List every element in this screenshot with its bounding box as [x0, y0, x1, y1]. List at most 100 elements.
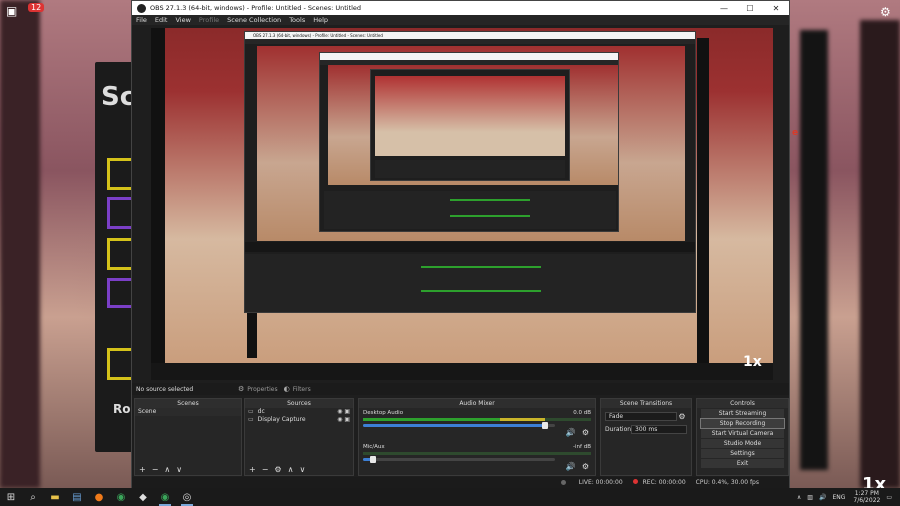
- settings-icon[interactable]: ⚙: [880, 5, 891, 19]
- chrome-icon[interactable]: ◉: [110, 488, 132, 506]
- remove-scene-button[interactable]: −: [152, 465, 159, 474]
- menu-help[interactable]: Help: [313, 16, 328, 24]
- start-streaming-button[interactable]: Start Streaming: [701, 409, 784, 418]
- mixer-track-mic: Mic/Aux -inf dB 🔊 ⚙: [359, 442, 595, 476]
- title-bar[interactable]: OBS 27.1.3 (64-bit, windows) - Profile: …: [132, 1, 789, 15]
- language-indicator[interactable]: ENG: [832, 494, 845, 501]
- source-name: dc: [257, 408, 265, 415]
- live-time: LIVE: 00:00:00: [578, 479, 623, 486]
- window-title: OBS 27.1.3 (64-bit, windows) - Profile: …: [150, 4, 362, 12]
- filters-button[interactable]: ◐ Filters: [284, 385, 311, 393]
- track-gear-icon[interactable]: ⚙: [582, 428, 589, 437]
- clock-time: 1:27 PM: [854, 490, 879, 497]
- speaker-icon[interactable]: 🔊: [566, 428, 576, 437]
- volume-slider[interactable]: [363, 422, 555, 429]
- roblox-icon[interactable]: ◆: [132, 488, 154, 506]
- menu-edit[interactable]: Edit: [155, 16, 168, 24]
- file-explorer-icon[interactable]: ▬: [44, 488, 66, 506]
- scene-down-button[interactable]: ∨: [176, 465, 182, 474]
- rec-status: REC: 00:00:00: [632, 479, 686, 486]
- meter-green: [363, 418, 500, 421]
- source-name: Display Capture: [257, 416, 306, 423]
- source-gear-icon[interactable]: ⚙: [274, 465, 281, 474]
- slider-knob[interactable]: [542, 422, 549, 429]
- notification-icon[interactable]: ▭: [886, 494, 892, 501]
- track-level: -inf dB: [573, 444, 591, 450]
- source-item[interactable]: ▭ Display Capture ◉ ▣: [245, 416, 353, 424]
- add-source-button[interactable]: +: [249, 465, 256, 474]
- filter-icon: ◐: [283, 385, 290, 393]
- track-gear-icon[interactable]: ⚙: [582, 462, 589, 471]
- nested-meter: [421, 290, 541, 292]
- studio-mode-button[interactable]: Studio Mode: [701, 439, 784, 448]
- add-scene-button[interactable]: +: [139, 465, 146, 474]
- menu-file[interactable]: File: [136, 16, 147, 24]
- nested-docks-3: [375, 160, 565, 178]
- properties-button[interactable]: ⚙ Properties: [238, 385, 278, 393]
- scene-up-button[interactable]: ∧: [164, 465, 170, 474]
- chevron-up-icon[interactable]: ∧: [797, 494, 801, 501]
- gear-icon: ⚙: [238, 385, 245, 393]
- slider-fill: [363, 424, 546, 427]
- nested-meter: [450, 215, 530, 217]
- eye-icon[interactable]: ◉ ▣: [337, 408, 350, 416]
- volume-icon[interactable]: 🔊: [819, 494, 826, 501]
- transition-select[interactable]: Fade: [605, 412, 677, 421]
- network-icon[interactable]: ▥: [807, 494, 813, 501]
- notification-badge[interactable]: 12: [28, 3, 45, 12]
- source-toolbar: No source selected ⚙ Properties ◐ Filters: [132, 383, 789, 395]
- nested-menu: [245, 39, 695, 44]
- speaker-icon[interactable]: 🔊: [566, 462, 576, 471]
- obs-taskbar-icon[interactable]: ◎: [176, 488, 198, 506]
- preview-canvas[interactable]: OBS 27.1.3 (64-bit, windows) - Profile: …: [151, 28, 773, 380]
- menu-view[interactable]: View: [175, 16, 190, 24]
- source-up-button[interactable]: ∧: [288, 465, 294, 474]
- menu-scene-collection[interactable]: Scene Collection: [227, 16, 281, 24]
- bg-game-panel: Sc Ro: [95, 62, 137, 452]
- monitor-icon: ▭: [248, 416, 254, 423]
- bg-shade-right: [860, 20, 900, 488]
- settings-button[interactable]: Settings: [701, 449, 784, 458]
- source-item[interactable]: ▭ dc ◉ ▣: [245, 408, 353, 416]
- mixer-track-desktop: Desktop Audio 0.0 dB 🔊 ⚙: [359, 408, 595, 442]
- search-icon[interactable]: ⌕: [22, 488, 44, 506]
- eye-icon[interactable]: ◉ ▣: [337, 416, 350, 424]
- rec-time: REC: 00:00:00: [642, 479, 686, 486]
- bg-red-mark: e: [792, 128, 799, 138]
- windows-taskbar: ⊞ ⌕ ▬ ▤ ● ◉ ◆ ◉ ◎ ∧ ▥ 🔊 ENG 1:27 PM 7/6/…: [0, 488, 900, 506]
- firefox-icon[interactable]: ●: [88, 488, 110, 506]
- slider-knob[interactable]: [369, 456, 376, 463]
- remove-source-button[interactable]: −: [262, 465, 269, 474]
- bg-pillar-right: [800, 30, 828, 470]
- maximize-button[interactable]: ☐: [737, 4, 763, 13]
- transition-gear-icon[interactable]: ⚙: [677, 412, 687, 421]
- transitions-header: Scene Transitions: [601, 399, 691, 408]
- exit-button[interactable]: Exit: [701, 459, 784, 468]
- filters-label: Filters: [292, 385, 311, 393]
- start-virtual-camera-button[interactable]: Start Virtual Camera: [701, 429, 784, 438]
- meter-yellow: [499, 418, 546, 421]
- preview-1x-label: 1x: [743, 354, 762, 370]
- bg-shade-left: [0, 0, 40, 488]
- minimize-button[interactable]: —: [711, 4, 737, 13]
- nested-meter: [421, 266, 541, 268]
- game-icon[interactable]: ▣: [6, 4, 17, 18]
- chrome-alt-icon[interactable]: ◉: [154, 488, 176, 506]
- menu-profile[interactable]: Profile: [199, 16, 219, 24]
- menu-bar: File Edit View Profile Scene Collection …: [132, 15, 789, 25]
- menu-tools[interactable]: Tools: [289, 16, 305, 24]
- volume-slider[interactable]: [363, 456, 555, 463]
- source-down-button[interactable]: ∨: [299, 465, 305, 474]
- start-button[interactable]: ⊞: [0, 488, 22, 506]
- scene-item[interactable]: Scene: [135, 408, 241, 416]
- notepad-icon[interactable]: ▤: [66, 488, 88, 506]
- duration-input[interactable]: 300 ms: [631, 425, 687, 434]
- clock[interactable]: 1:27 PM 7/6/2022: [853, 490, 880, 504]
- nested-obs-window-3: [370, 69, 570, 181]
- volume-meter: [363, 418, 591, 421]
- stop-recording-button[interactable]: Stop Recording: [700, 418, 785, 429]
- close-button[interactable]: ✕: [763, 4, 789, 13]
- bg-letter-ro: Ro: [113, 402, 131, 416]
- track-level: 0.0 dB: [573, 410, 591, 416]
- controls-header: Controls: [697, 399, 788, 408]
